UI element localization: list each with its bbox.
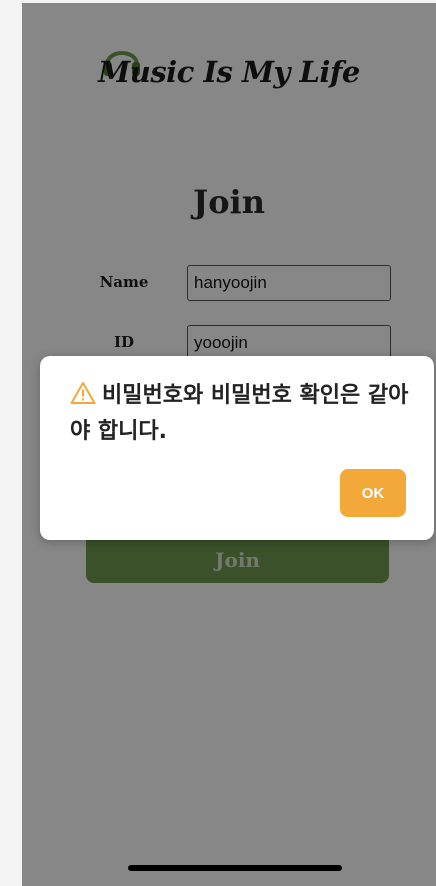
home-indicator[interactable] xyxy=(128,865,342,871)
ok-button[interactable]: OK xyxy=(340,469,406,517)
alert-message: 비밀번호와 비밀번호 확인은 같아야 합니다. xyxy=(70,383,409,444)
warning-triangle-icon xyxy=(70,382,96,404)
alert-message-container: 비밀번호와 비밀번호 확인은 같아야 합니다. xyxy=(70,378,410,450)
alert-dialog: 비밀번호와 비밀번호 확인은 같아야 합니다. OK xyxy=(40,356,434,540)
phone-screen: Music Is My Life Join Name ID Join 비밀번호와… xyxy=(22,3,436,886)
left-margin xyxy=(0,0,22,886)
